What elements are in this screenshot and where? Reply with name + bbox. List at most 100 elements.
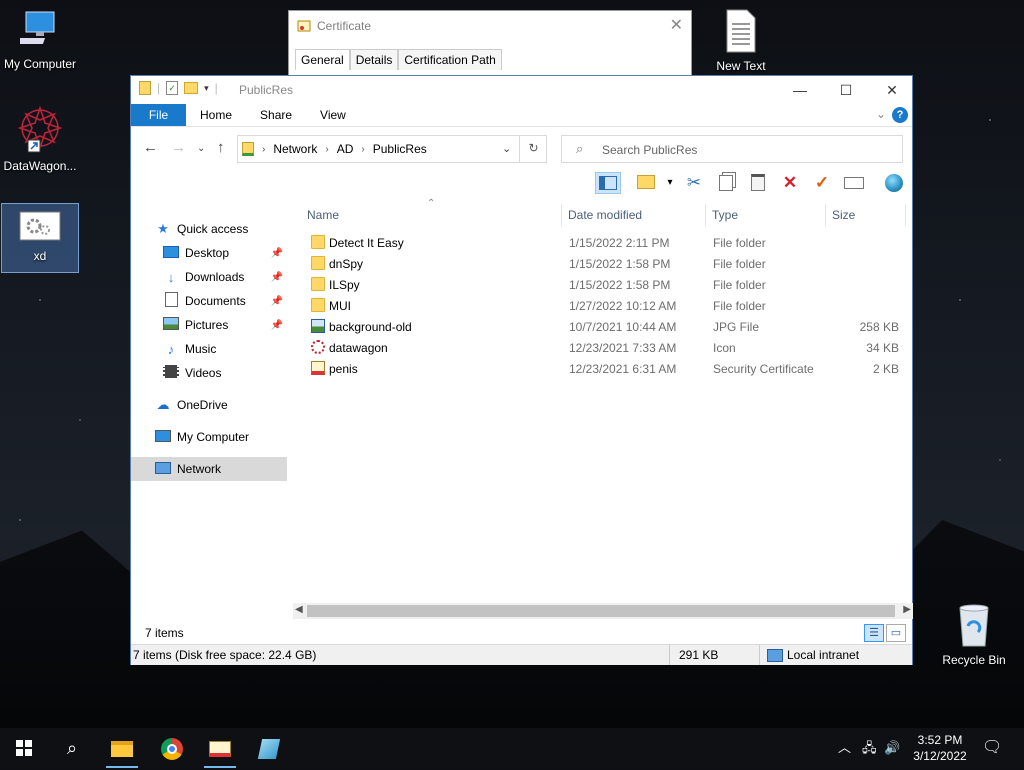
checkmark-icon[interactable]: ✓ (809, 172, 835, 194)
explorer-window[interactable]: | ✓ ▾ | PublicRes — ☐ ✕ File Home Share … (130, 75, 913, 665)
column-divider[interactable] (705, 204, 706, 226)
new-folder-button[interactable] (633, 172, 659, 194)
nav-item-videos[interactable]: Videos (131, 361, 287, 385)
pin-icon[interactable]: 📌 (271, 272, 283, 283)
breadcrumb-ad[interactable]: AD (337, 142, 354, 156)
copy-button[interactable] (713, 172, 739, 194)
item-count: 7 items (145, 626, 184, 640)
pin-icon[interactable]: 📌 (271, 320, 283, 331)
help-icon[interactable]: ? (892, 107, 908, 123)
nav-item-pictures[interactable]: Pictures 📌 (131, 313, 287, 337)
tab-view[interactable]: View (306, 104, 360, 126)
scroll-left-icon[interactable]: ◀ (295, 604, 303, 615)
address-dropdown-icon[interactable]: ⌄ (502, 142, 511, 155)
column-header-size[interactable]: Size (832, 208, 855, 222)
recycle-bin-icon (959, 604, 989, 647)
file-row[interactable]: datawagon 12/23/2021 7:33 AM Icon 34 KB (299, 338, 913, 359)
desktop-icon-xd[interactable]: xd (1, 203, 79, 273)
up-button[interactable]: ↑ (217, 139, 225, 156)
properties-icon[interactable]: ✓ (166, 81, 179, 95)
tab-file[interactable]: File (131, 104, 186, 126)
column-divider[interactable] (825, 204, 826, 226)
close-button[interactable]: ✕ (869, 76, 915, 104)
horizontal-scrollbar[interactable]: ◀ ▶ (293, 603, 913, 619)
rename-button[interactable] (841, 172, 867, 194)
tab-details[interactable]: Details (349, 49, 399, 70)
taskbar-file-explorer[interactable] (98, 728, 146, 768)
desktop-icon-new-text[interactable]: New Text (701, 8, 781, 73)
column-divider[interactable] (561, 204, 562, 226)
address-bar[interactable]: › Network › AD › PublicRes ⌄ (237, 135, 547, 163)
volume-icon[interactable]: 🔊 (884, 728, 900, 768)
nav-item-downloads[interactable]: ↓ Downloads 📌 (131, 265, 287, 289)
back-button[interactable]: ← (143, 139, 158, 156)
pin-icon[interactable]: 📌 (271, 248, 283, 259)
scrollbar-thumb[interactable] (307, 605, 895, 617)
title-bar[interactable]: | ✓ ▾ | PublicRes — ☐ ✕ (131, 76, 912, 104)
notification-icon[interactable]: 🗨 (982, 728, 1002, 768)
globe-button[interactable] (881, 172, 907, 194)
file-type: JPG File (713, 320, 760, 334)
tab-home[interactable]: Home (186, 104, 246, 126)
column-divider[interactable] (905, 204, 906, 226)
taskbar-certificate[interactable] (196, 728, 244, 768)
start-button[interactable] (0, 728, 48, 768)
maximize-button[interactable]: ☐ (823, 76, 869, 104)
search-button[interactable]: ⌕ (48, 728, 96, 768)
new-folder-dropdown-icon[interactable]: ▾ (657, 172, 683, 194)
file-row[interactable]: background-old 10/7/2021 10:44 AM JPG Fi… (299, 317, 913, 338)
taskbar-chrome[interactable] (148, 728, 196, 768)
refresh-button[interactable]: ↻ (519, 135, 547, 163)
nav-item-music[interactable]: ♪ Music (131, 337, 287, 361)
breadcrumb-network[interactable]: Network (273, 142, 317, 156)
file-row[interactable]: Detect It Easy 1/15/2022 2:11 PM File fo… (299, 233, 913, 254)
network-tray-icon[interactable]: 🖧 (862, 728, 877, 768)
taskbar-app[interactable] (245, 728, 293, 768)
file-row[interactable]: MUI 1/27/2022 10:12 AM File folder (299, 296, 913, 317)
navigation-pane-button[interactable] (595, 172, 621, 194)
desktop-icon-recycle-bin[interactable]: Recycle Bin (934, 602, 1014, 667)
column-header-date[interactable]: Date modified (568, 208, 642, 222)
nav-item-network[interactable]: Network (131, 457, 287, 481)
desktop-icon-my-computer[interactable]: My Computer (0, 8, 80, 71)
delete-icon[interactable]: ✕ (777, 172, 803, 194)
file-row[interactable]: penis 12/23/2021 6:31 AM Security Certif… (299, 359, 913, 380)
status-selection-size: 291 KB (679, 648, 719, 662)
tab-general[interactable]: General (295, 49, 350, 70)
forward-button[interactable]: → (171, 139, 186, 156)
column-header-type[interactable]: Type (712, 208, 738, 222)
file-name: datawagon (329, 341, 388, 355)
file-name: dnSpy (329, 257, 364, 271)
computer-icon (12, 11, 55, 44)
tab-share[interactable]: Share (246, 104, 306, 126)
desktop-icon-datawagon[interactable]: DataWagon... (0, 104, 80, 173)
file-row[interactable]: dnSpy 1/15/2022 1:58 PM File folder (299, 254, 913, 275)
new-folder-icon[interactable] (184, 82, 199, 94)
file-row[interactable]: ILSpy 1/15/2022 1:58 PM File folder (299, 275, 913, 296)
tab-certification-path[interactable]: Certification Path (398, 49, 502, 70)
nav-item-desktop[interactable]: Desktop 📌 (131, 241, 287, 265)
paste-button[interactable] (745, 172, 771, 194)
nav-item-my-computer[interactable]: My Computer (131, 425, 287, 449)
large-icons-view-icon[interactable]: ▭ (886, 624, 906, 642)
show-hidden-icons[interactable]: ︿ (838, 728, 851, 768)
recent-locations-dropdown[interactable]: ⌄ (197, 143, 205, 154)
search-box[interactable]: ⌕ Search PublicRes (561, 135, 903, 163)
pin-icon[interactable]: 📌 (271, 296, 283, 307)
close-icon[interactable]: ✕ (670, 15, 683, 35)
nav-item-documents[interactable]: Documents 📌 (131, 289, 287, 313)
expand-ribbon-icon[interactable]: ⌄ (876, 107, 886, 121)
column-header-name[interactable]: Name (307, 208, 339, 222)
nav-item-onedrive[interactable]: ☁ OneDrive (131, 393, 287, 417)
minimize-button[interactable]: — (777, 76, 823, 104)
nav-item-quick-access[interactable]: ★ Quick access (131, 217, 287, 241)
file-date: 12/23/2021 7:33 AM (569, 341, 677, 355)
computer-icon (155, 429, 171, 445)
file-date: 1/27/2022 10:12 AM (569, 299, 677, 313)
breadcrumb-publicres[interactable]: PublicRes (373, 142, 427, 156)
clock[interactable]: 3:52 PM 3/12/2022 (908, 732, 972, 764)
cut-icon[interactable]: ✂ (681, 172, 707, 194)
customize-dropdown-icon[interactable]: ▾ (204, 83, 209, 94)
details-view-icon[interactable]: ☰ (864, 624, 884, 642)
scroll-right-icon[interactable]: ▶ (903, 604, 911, 615)
